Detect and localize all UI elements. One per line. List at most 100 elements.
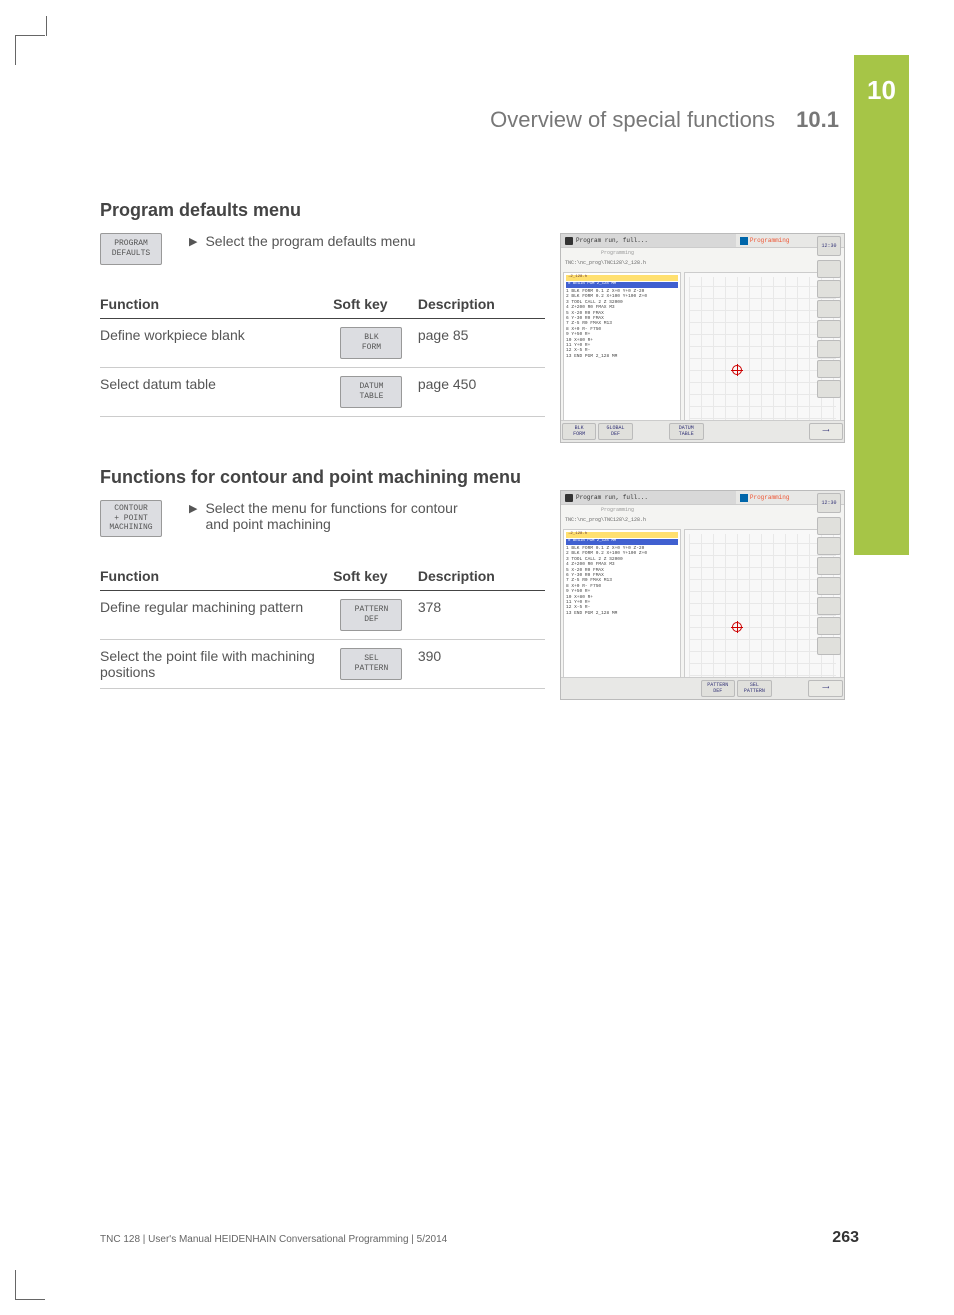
instruction-text: Select the menu for functions for contou… <box>205 500 469 532</box>
ss-empty-button <box>774 680 807 697</box>
page-number: 263 <box>832 1229 859 1247</box>
ss-subtitle: Programming <box>601 250 634 256</box>
contour-point-softkey: CONTOUR + POINT MACHINING <box>100 500 162 537</box>
cell-description: 390 <box>418 639 545 688</box>
th-function: Function <box>100 562 333 591</box>
ss-side-button <box>817 597 841 615</box>
ss-empty-button <box>597 680 630 697</box>
crop-mark-bottom-left <box>15 1270 45 1300</box>
ss-side-button <box>817 380 841 398</box>
ss-side-button <box>817 300 841 318</box>
page-footer: TNC 128 | User's Manual HEIDENHAIN Conve… <box>100 1229 859 1247</box>
chapter-number: 10 <box>867 75 896 106</box>
th-function: Function <box>100 290 333 319</box>
mode-icon <box>740 237 748 245</box>
program-defaults-softkey: PROGRAM DEFAULTS <box>100 233 162 265</box>
program-defaults-table: Function Soft key Description Define wor… <box>100 290 545 417</box>
arrow-icon: ▶ <box>189 235 197 248</box>
ss-empty-button <box>706 423 738 440</box>
th-description: Description <box>418 562 545 591</box>
ss-clock-button: 12:30 <box>817 493 841 513</box>
ss-file-path: TNC:\nc_prog\TNC128\2_128.h <box>565 517 646 523</box>
ss-title-left: Program run, full... <box>561 234 736 247</box>
mode-icon <box>740 494 748 502</box>
ss-pattern-def-button: PATTERN DEF <box>701 680 736 697</box>
ss-file-tab: →2_128.h <box>566 275 678 281</box>
footer-text: TNC 128 | User's Manual HEIDENHAIN Conve… <box>100 1234 447 1245</box>
ss-sel-pattern-button: SEL PATTERN <box>737 680 772 697</box>
ss-side-button <box>817 517 841 535</box>
ss-clock-button: 12:30 <box>817 236 841 256</box>
datum-table-softkey: DATUM TABLE <box>340 376 402 408</box>
header-section-number: 10.1 <box>796 107 839 132</box>
screenshot-program-defaults: Program run, full... Programming 12:30 P… <box>560 233 845 443</box>
crosshair-icon <box>732 365 742 375</box>
ss-code-line: 13 END PGM 2_128 MM <box>566 354 678 359</box>
th-softkey: Soft key <box>333 562 418 591</box>
cell-description: page 450 <box>418 368 545 417</box>
ss-global-def-button: GLOBAL DEF <box>598 423 632 440</box>
ss-side-button <box>817 360 841 378</box>
ss-softkey-bar: BLK FORM GLOBAL DEF DATUM TABLE ⟶ <box>561 420 844 442</box>
ss-highlighted-line: 0 BEGIN PGM 2_128 MM <box>566 282 678 288</box>
ss-softkey-bar: PATTERN DEF SEL PATTERN ⟶ <box>561 677 844 699</box>
arrow-right-icon <box>565 494 573 502</box>
ss-side-button <box>817 280 841 298</box>
cell-function: Define workpiece blank <box>100 319 333 368</box>
ss-empty-button <box>774 423 806 440</box>
instruction-text: Select the program defaults menu <box>205 233 415 249</box>
contour-point-table: Function Soft key Description Define reg… <box>100 562 545 689</box>
ss-side-button <box>817 260 841 278</box>
cell-description: 378 <box>418 590 545 639</box>
ss-file-tab: →2_128.h <box>566 532 678 538</box>
ss-code-panel: →2_128.h 0 BEGIN PGM 2_128 MM 1 BLK FORM… <box>563 529 681 699</box>
ss-empty-button <box>635 423 667 440</box>
ss-grid <box>689 534 836 688</box>
ss-empty-button <box>562 680 595 697</box>
ss-code-panel: →2_128.h 0 BEGIN PGM 2_128 MM 1 BLK FORM… <box>563 272 681 442</box>
ss-side-button <box>817 577 841 595</box>
ss-side-button <box>817 340 841 358</box>
th-softkey: Soft key <box>333 290 418 319</box>
section-heading: Functions for contour and point machinin… <box>100 467 850 488</box>
chapter-tab: 10 <box>854 55 909 555</box>
ss-side-buttons <box>817 517 841 657</box>
ss-empty-button <box>740 423 772 440</box>
ss-subtitle: Programming <box>601 507 634 513</box>
ss-side-button <box>817 617 841 635</box>
table-row: Select datum table DATUM TABLE page 450 <box>100 368 545 417</box>
ss-side-button <box>817 637 841 655</box>
ss-title-left: Program run, full... <box>561 491 736 504</box>
cell-function: Select the point file with machining pos… <box>100 639 333 688</box>
cell-function: Select datum table <box>100 368 333 417</box>
arrow-right-icon <box>565 237 573 245</box>
ss-datum-table-button: DATUM TABLE <box>669 423 703 440</box>
ss-code-line: 13 END PGM 2_128 MM <box>566 611 678 616</box>
screenshot-contour-point: Program run, full... Programming 12:30 P… <box>560 490 845 700</box>
sel-pattern-softkey: SEL PATTERN <box>340 648 402 680</box>
cell-description: page 85 <box>418 319 545 368</box>
page-header: Overview of special functions 10.1 <box>490 107 839 133</box>
ss-side-button <box>817 537 841 555</box>
crosshair-icon <box>732 622 742 632</box>
pattern-def-softkey: PATTERN DEF <box>340 599 402 631</box>
arrow-icon: ▶ <box>189 502 197 515</box>
ss-side-button <box>817 557 841 575</box>
table-row: Define regular machining pattern PATTERN… <box>100 590 545 639</box>
ss-side-button <box>817 320 841 338</box>
ss-arrow-button: ⟶ <box>809 423 843 440</box>
table-row: Define workpiece blank BLK FORM page 85 <box>100 319 545 368</box>
ss-file-path: TNC:\nc_prog\TNC128\2_128.h <box>565 260 646 266</box>
crop-mark-top-left <box>15 35 45 65</box>
section-heading: Program defaults menu <box>100 200 850 221</box>
ss-arrow-button: ⟶ <box>808 680 843 697</box>
table-row: Select the point file with machining pos… <box>100 639 545 688</box>
ss-side-buttons <box>817 260 841 400</box>
cell-function: Define regular machining pattern <box>100 590 333 639</box>
blk-form-softkey: BLK FORM <box>340 327 402 359</box>
header-title-text: Overview of special functions <box>490 107 775 132</box>
ss-grid <box>689 277 836 431</box>
th-description: Description <box>418 290 545 319</box>
ss-empty-button <box>631 680 664 697</box>
ss-highlighted-line: 0 BEGIN PGM 2_128 MM <box>566 539 678 545</box>
